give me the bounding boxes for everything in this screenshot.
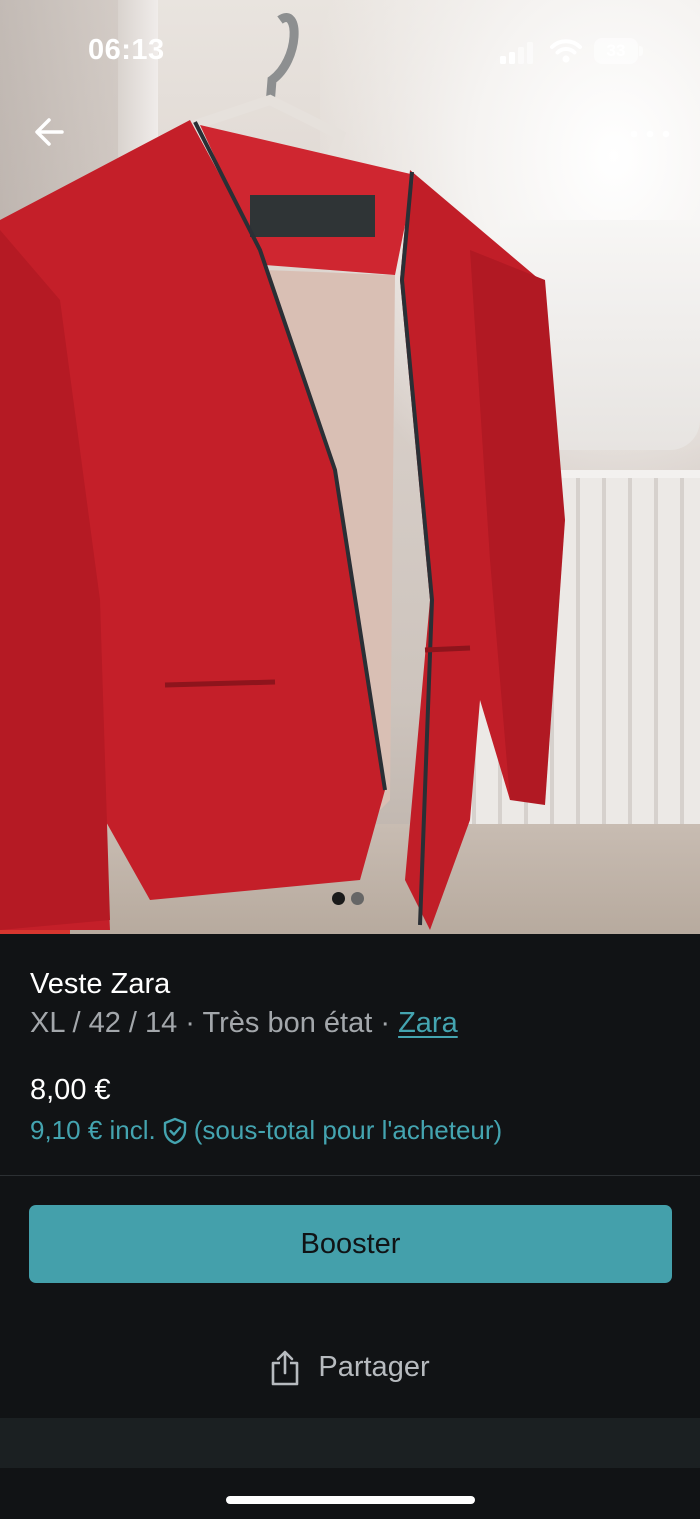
battery-tip: [639, 46, 643, 56]
buyer-price-note: (sous-total pour l'acheteur): [193, 1115, 503, 1145]
booster-button[interactable]: Booster: [29, 1205, 672, 1283]
section-divider: [0, 1175, 700, 1176]
pager-dot[interactable]: [351, 892, 364, 905]
battery-level: 33: [606, 41, 626, 60]
item-meta: XL / 42 / 14 · Très bon état · Zara: [30, 1007, 458, 1040]
cellular-signal-icon: [500, 42, 533, 64]
more-horizontal-icon: [630, 130, 670, 138]
battery-icon: 33: [594, 38, 638, 64]
status-time: 06:13: [88, 34, 165, 66]
share-label: Partager: [318, 1351, 430, 1383]
pager-dot-active[interactable]: [332, 892, 345, 905]
brand-link[interactable]: Zara: [398, 1007, 458, 1039]
item-title: Veste Zara: [30, 968, 171, 1000]
home-indicator[interactable]: [226, 1496, 475, 1504]
item-price: 8,00 €: [30, 1074, 111, 1106]
arrow-left-icon: [35, 118, 64, 146]
bottom-bar: [0, 1418, 700, 1468]
more-options-button[interactable]: [628, 112, 672, 156]
jacket-image: [0, 13, 565, 930]
item-info: Veste Zara XL / 42 / 14 · Très bon état …: [0, 934, 700, 1176]
image-pager[interactable]: [332, 892, 364, 905]
shield-check-icon[interactable]: [162, 1117, 188, 1145]
buyer-price-amount: 9,10 € incl.: [30, 1115, 156, 1145]
back-button[interactable]: [28, 110, 72, 154]
status-bar: 06:13 33: [0, 0, 700, 100]
wifi-icon: [550, 39, 582, 63]
buyer-price[interactable]: 9,10 € incl. (sous-total pour l'acheteur…: [30, 1115, 502, 1146]
share-button[interactable]: Partager: [0, 1330, 700, 1405]
product-photo[interactable]: 06:13 33: [0, 0, 700, 934]
item-size-condition: XL / 42 / 14 · Très bon état ·: [30, 1007, 399, 1039]
share-icon: [272, 1350, 299, 1385]
